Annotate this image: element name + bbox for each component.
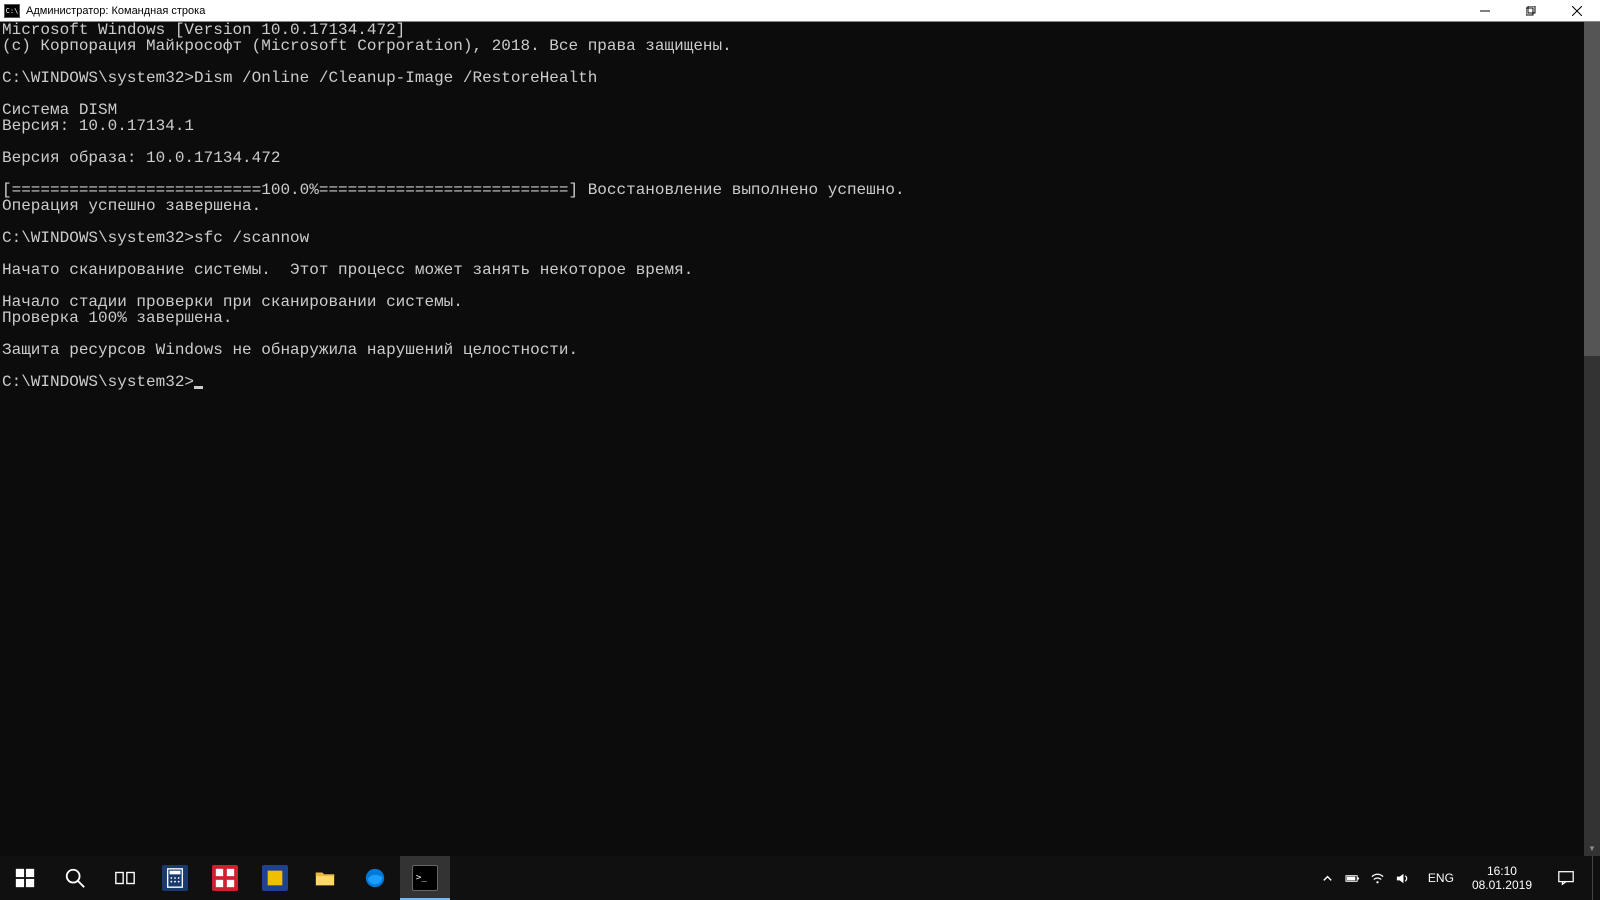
terminal-line [2, 326, 1598, 342]
terminal-icon: >_ [414, 867, 436, 889]
clock-time: 16:10 [1472, 864, 1532, 878]
battery-icon [1345, 871, 1360, 886]
cmd-icon: C:\ [4, 4, 20, 18]
search-icon [64, 867, 86, 889]
terminal-line: Версия образа: 10.0.17134.472 [2, 150, 1598, 166]
terminal-line: Microsoft Windows [Version 10.0.17134.47… [2, 22, 1598, 38]
terminal-scrollbar[interactable]: ▲ ▼ [1584, 22, 1600, 856]
show-desktop-button[interactable] [1592, 856, 1598, 900]
terminal-line [2, 134, 1598, 150]
start-button[interactable] [0, 856, 50, 900]
terminal-line: Операция успешно завершена. [2, 198, 1598, 214]
terminal-line: [==========================100.0%=======… [2, 182, 1598, 198]
window-title-bar: C:\ Администратор: Командная строка [0, 0, 1600, 22]
terminal-line: Начато сканирование системы. Этот процес… [2, 262, 1598, 278]
terminal-output[interactable]: Microsoft Windows [Version 10.0.17134.47… [0, 22, 1600, 856]
terminal-line: Версия: 10.0.17134.1 [2, 118, 1598, 134]
terminal-line [2, 214, 1598, 230]
app-icon [264, 867, 286, 889]
window-controls [1462, 0, 1600, 21]
task-view-button[interactable] [100, 856, 150, 900]
language-indicator[interactable]: ENG [1422, 856, 1460, 900]
wifi-icon [1370, 871, 1385, 886]
taskbar-app-cmd[interactable]: >_ [400, 856, 450, 900]
minimize-button[interactable] [1462, 0, 1508, 21]
taskbar-app-pinned-2[interactable] [250, 856, 300, 900]
edge-icon [364, 867, 386, 889]
terminal-line: C:\WINDOWS\system32>sfc /scannow [2, 230, 1598, 246]
action-center-button[interactable] [1544, 856, 1588, 900]
clock[interactable]: 16:10 08.01.2019 [1464, 856, 1540, 900]
taskbar-app-calculator[interactable] [150, 856, 200, 900]
terminal-line: C:\WINDOWS\system32>Dism /Online /Cleanu… [2, 70, 1598, 86]
scroll-down-arrow[interactable]: ▼ [1584, 840, 1600, 856]
terminal-line: Cистема DISM [2, 102, 1598, 118]
taskbar-app-edge[interactable] [350, 856, 400, 900]
taskbar-app-pinned-1[interactable] [200, 856, 250, 900]
taskbar-app-file-explorer[interactable] [300, 856, 350, 900]
windows-icon [14, 867, 36, 889]
folder-icon [314, 867, 336, 889]
terminal-cursor [194, 386, 203, 389]
terminal-line [2, 358, 1598, 374]
taskbar: >_ ENG 16:10 08.01.2019 [0, 856, 1600, 900]
window-title: Администратор: Командная строка [26, 5, 205, 17]
chevron-up-icon [1320, 871, 1335, 886]
terminal-line: Защита ресурсов Windows не обнаружила на… [2, 342, 1598, 358]
close-button[interactable] [1554, 0, 1600, 21]
terminal-prompt-line[interactable]: C:\WINDOWS\system32> [2, 374, 1598, 390]
scroll-thumb[interactable] [1584, 22, 1600, 356]
terminal-line [2, 246, 1598, 262]
search-button[interactable] [50, 856, 100, 900]
svg-text:>_: >_ [416, 872, 428, 883]
terminal-line [2, 54, 1598, 70]
notification-icon [1557, 869, 1575, 887]
terminal-line: (c) Корпорация Майкрософт (Microsoft Cor… [2, 38, 1598, 54]
task-view-icon [114, 867, 136, 889]
terminal-line: Начало стадии проверки при сканировании … [2, 294, 1598, 310]
calculator-icon [164, 867, 186, 889]
system-tray[interactable] [1312, 856, 1418, 900]
clock-date: 08.01.2019 [1472, 878, 1532, 892]
terminal-line: Проверка 100% завершена. [2, 310, 1598, 326]
volume-icon [1395, 871, 1410, 886]
terminal-line [2, 278, 1598, 294]
app-icon [214, 867, 236, 889]
terminal-line [2, 166, 1598, 182]
terminal-line [2, 86, 1598, 102]
maximize-button[interactable] [1508, 0, 1554, 21]
